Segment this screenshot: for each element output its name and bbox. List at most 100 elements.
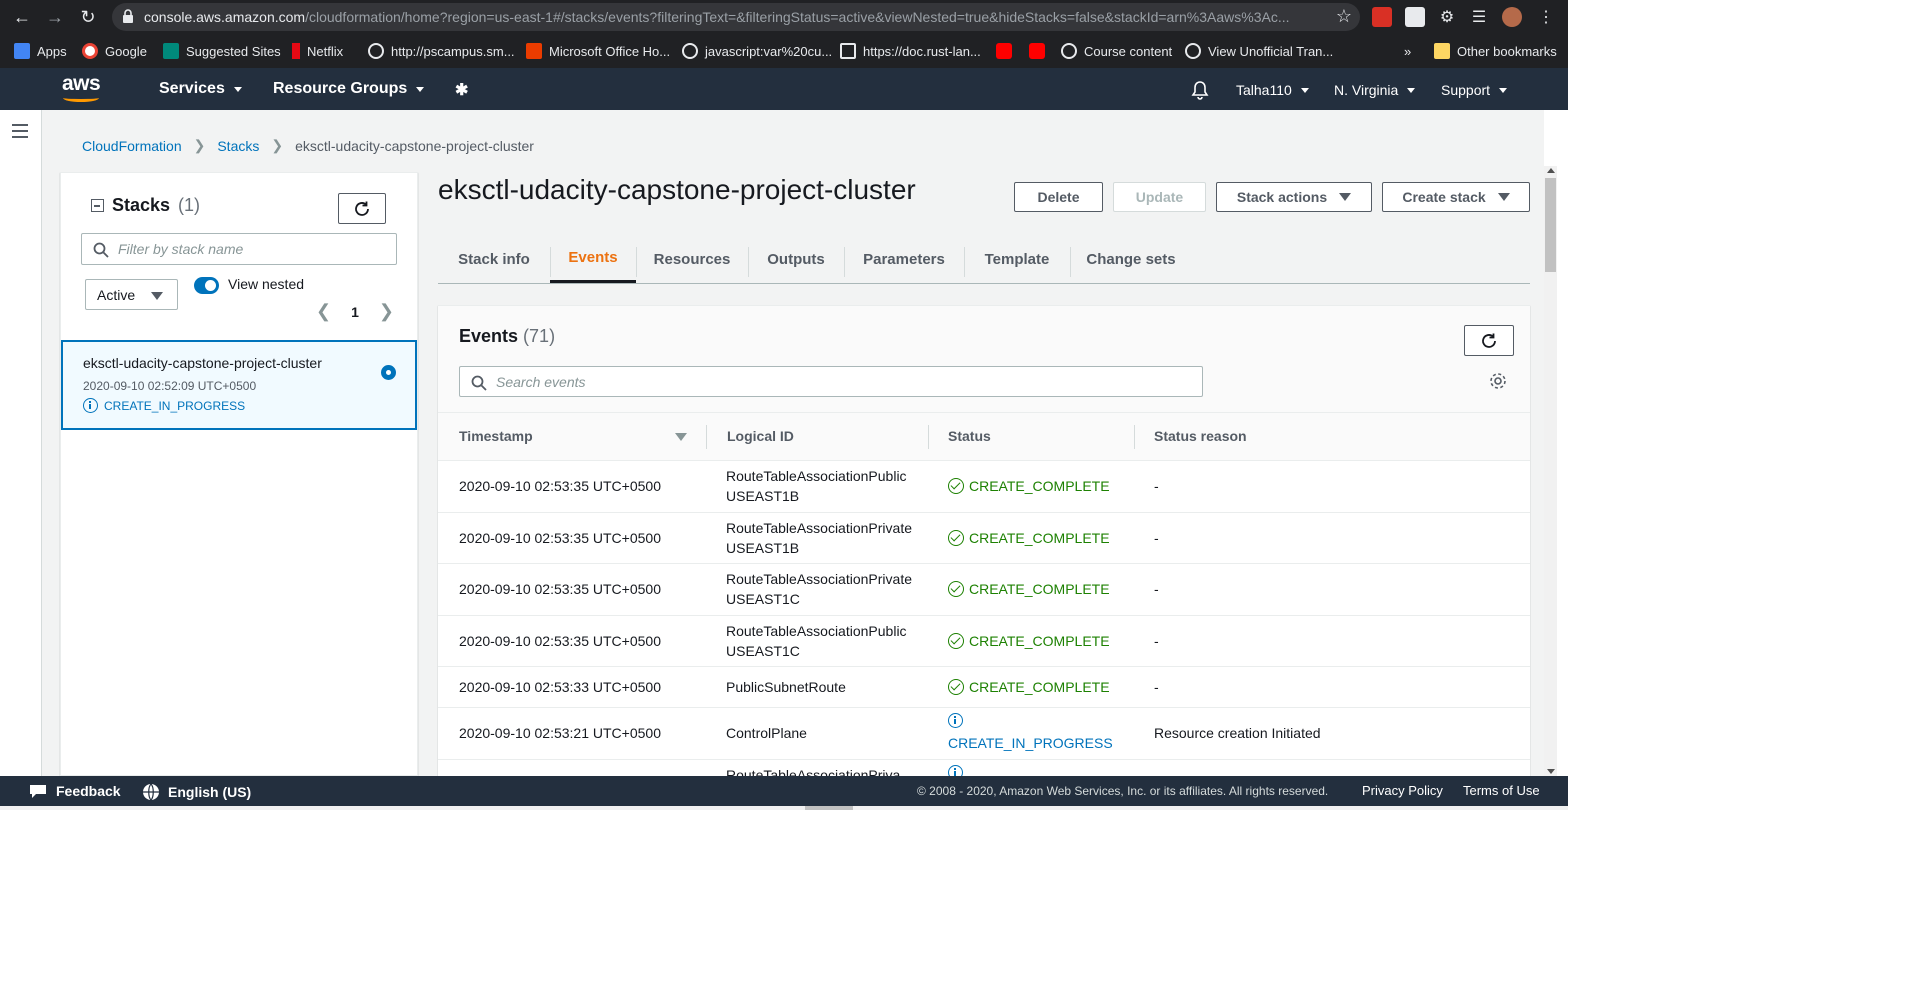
copyright-text: © 2008 - 2020, Amazon Web Services, Inc.… bbox=[917, 784, 1329, 798]
tab-stack-info[interactable]: Stack info bbox=[438, 235, 550, 283]
col-timestamp[interactable]: Timestamp bbox=[459, 428, 533, 444]
chevron-right-icon: ❯ bbox=[193, 137, 206, 153]
bookmark-office[interactable]: Microsoft Office Ho... bbox=[526, 42, 670, 60]
bookmark-suggested-sites[interactable]: Suggested Sites bbox=[163, 42, 281, 60]
extension-icon[interactable] bbox=[1405, 7, 1425, 27]
bookmark-pscampus[interactable]: http://pscampus.sm... bbox=[368, 42, 515, 60]
aws-top-nav: aws Services Resource Groups ✱ Talha110 … bbox=[0, 68, 1568, 110]
col-status-reason[interactable]: Status reason bbox=[1154, 428, 1247, 444]
prev-page-icon[interactable]: ❮ bbox=[316, 301, 331, 322]
tab-template[interactable]: Template bbox=[964, 235, 1070, 283]
bookmark-rust-doc[interactable]: https://doc.rust-lan... bbox=[840, 42, 981, 60]
event-timestamp: 2020-09-10 02:53:35 UTC+0500 bbox=[459, 478, 661, 494]
bookmark-apps[interactable]: Apps bbox=[14, 42, 67, 60]
sort-desc-icon[interactable] bbox=[675, 433, 687, 441]
tab-resources[interactable]: Resources bbox=[636, 235, 748, 283]
col-logical-id[interactable]: Logical ID bbox=[727, 428, 794, 444]
menu-icon[interactable]: ⋮ bbox=[1536, 7, 1556, 27]
terms-of-use-link[interactable]: Terms of Use bbox=[1463, 783, 1540, 798]
bookmark-other[interactable]: Other bookmarks bbox=[1434, 42, 1557, 60]
address-bar[interactable]: console.aws.amazon.com/cloudformation/ho… bbox=[112, 3, 1360, 31]
event-timestamp: 2020-09-10 02:53:21 UTC+0500 bbox=[459, 725, 661, 741]
extension-icon[interactable] bbox=[1372, 7, 1392, 27]
profile-avatar[interactable] bbox=[1502, 7, 1522, 27]
stack-name[interactable]: eksctl-udacity-capstone-project-cluster bbox=[83, 355, 322, 371]
event-timestamp: 2020-09-10 02:53:35 UTC+0500 bbox=[459, 530, 661, 546]
resource-groups-menu[interactable]: Resource Groups bbox=[273, 80, 425, 98]
refresh-events-button[interactable] bbox=[1464, 325, 1514, 356]
search-icon bbox=[471, 375, 487, 391]
events-search-input[interactable]: Search events bbox=[459, 366, 1203, 397]
breadcrumb-stacks[interactable]: Stacks bbox=[217, 138, 259, 154]
breadcrumb-cloudformation[interactable]: CloudFormation bbox=[82, 138, 182, 154]
stacks-heading: Stacks (1) bbox=[91, 195, 200, 216]
chevron-down-icon bbox=[233, 86, 242, 92]
update-button[interactable]: Update bbox=[1113, 182, 1206, 212]
event-logical-id: RouteTableAssociationPublicUSEAST1C bbox=[726, 623, 907, 659]
feedback-link[interactable]: Feedback bbox=[28, 783, 121, 799]
stack-filter-input[interactable]: Filter by stack name bbox=[81, 233, 397, 265]
settings-gear-icon[interactable] bbox=[1489, 372, 1507, 390]
breadcrumb: CloudFormation ❯ Stacks ❯ eksctl-udacity… bbox=[82, 137, 534, 154]
event-status: CREATE_COMPLETE bbox=[948, 528, 1110, 548]
view-nested-toggle[interactable] bbox=[194, 277, 219, 294]
tab-parameters[interactable]: Parameters bbox=[844, 235, 964, 283]
page-scrollbar[interactable] bbox=[1544, 166, 1557, 776]
user-menu[interactable]: Talha110 bbox=[1236, 82, 1309, 98]
stack-radio-selected[interactable] bbox=[381, 365, 396, 380]
tab-change-sets[interactable]: Change sets bbox=[1070, 235, 1192, 283]
event-status-reason: - bbox=[1154, 530, 1159, 546]
puzzle-icon[interactable]: ⚙ bbox=[1437, 7, 1457, 27]
url-host: console.aws.amazon.com bbox=[144, 9, 306, 25]
collapse-icon[interactable] bbox=[91, 199, 104, 212]
table-row: 2020-09-10 02:53:33 UTC+0500 PublicSubne… bbox=[438, 667, 1530, 708]
google-icon bbox=[82, 43, 98, 59]
aws-logo[interactable]: aws bbox=[60, 72, 104, 104]
event-status: CREATE_COMPLETE bbox=[948, 677, 1110, 697]
services-menu[interactable]: Services bbox=[159, 80, 242, 98]
tab-outputs[interactable]: Outputs bbox=[748, 235, 844, 283]
back-icon[interactable]: ← bbox=[10, 5, 34, 29]
reload-icon[interactable]: ↻ bbox=[76, 5, 100, 29]
bookmark-google[interactable]: Google bbox=[82, 42, 147, 60]
delete-button[interactable]: Delete bbox=[1014, 182, 1103, 212]
lock-icon bbox=[123, 9, 133, 23]
event-logical-id: PublicSubnetRoute bbox=[726, 679, 846, 695]
dropdown-caret-icon bbox=[151, 292, 163, 300]
horizontal-scrollbar[interactable] bbox=[0, 806, 1568, 810]
bookmark-javascript[interactable]: javascript:var%20cu... bbox=[682, 42, 832, 60]
bell-icon[interactable] bbox=[1190, 80, 1210, 100]
bookmark-star-icon[interactable]: ☆ bbox=[1336, 6, 1352, 27]
pin-icon[interactable]: ✱ bbox=[455, 80, 468, 100]
privacy-policy-link[interactable]: Privacy Policy bbox=[1362, 783, 1443, 798]
bookmark-youtube-2[interactable] bbox=[1029, 42, 1045, 60]
events-heading: Events (71) bbox=[459, 326, 556, 346]
bookmark-unofficial-tran[interactable]: View Unofficial Tran... bbox=[1185, 42, 1333, 60]
media-icon[interactable]: ☰ bbox=[1469, 7, 1489, 27]
side-nav-collapsed bbox=[0, 110, 42, 776]
event-status: CREATE_COMPLETE bbox=[948, 579, 1110, 599]
current-page[interactable]: 1 bbox=[351, 304, 359, 320]
region-menu[interactable]: N. Virginia bbox=[1334, 82, 1416, 98]
support-menu[interactable]: Support bbox=[1441, 82, 1508, 98]
stack-list-item[interactable]: eksctl-udacity-capstone-project-cluster … bbox=[61, 340, 417, 430]
refresh-stacks-button[interactable] bbox=[338, 193, 386, 224]
bing-icon bbox=[163, 43, 179, 59]
refresh-icon bbox=[355, 201, 369, 216]
bookmarks-more[interactable]: » bbox=[1404, 42, 1411, 60]
col-status[interactable]: Status bbox=[948, 428, 991, 444]
next-page-icon[interactable]: ❯ bbox=[379, 301, 394, 322]
language-selector[interactable]: English (US) bbox=[142, 783, 251, 801]
bookmark-youtube-1[interactable] bbox=[996, 42, 1012, 60]
bookmark-course-content[interactable]: Course content bbox=[1061, 42, 1172, 60]
create-stack-button[interactable]: Create stack bbox=[1382, 182, 1530, 212]
success-check-icon bbox=[948, 679, 964, 695]
hamburger-menu-icon[interactable] bbox=[12, 124, 28, 142]
forward-icon[interactable]: → bbox=[43, 5, 67, 29]
status-filter-select[interactable]: Active bbox=[85, 279, 178, 310]
bookmark-netflix[interactable]: Netflix bbox=[292, 42, 343, 60]
doc-icon bbox=[840, 43, 856, 59]
folder-icon bbox=[1434, 43, 1450, 59]
tab-events[interactable]: Events bbox=[550, 235, 636, 283]
stack-actions-button[interactable]: Stack actions bbox=[1216, 182, 1372, 212]
